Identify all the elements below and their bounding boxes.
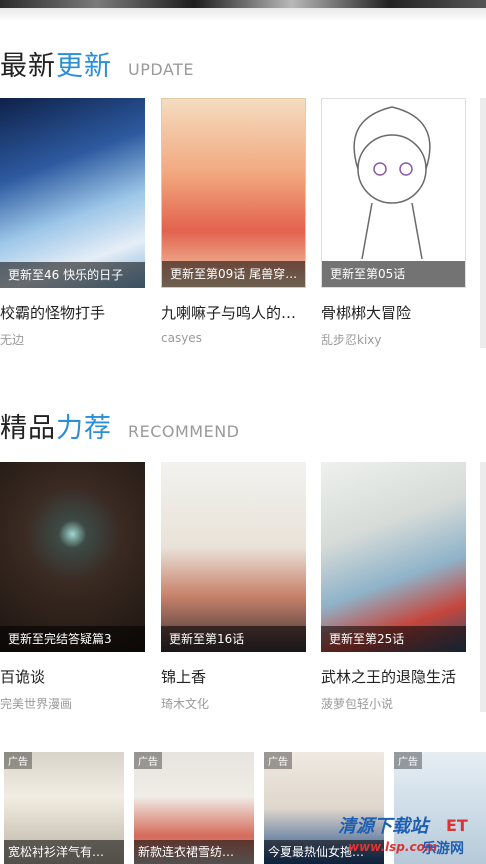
comic-card[interactable]: 更新至第05话 骨梆梆大冒险 乱步忍kixy	[321, 98, 466, 348]
comic-cover[interactable]: 更新至第25话	[321, 462, 466, 652]
comic-author: casyes	[161, 331, 202, 345]
comic-progress: 更新至第09话 尾兽穿…	[162, 261, 305, 287]
recommend-section-header: 精品力荐 RECOMMEND	[0, 406, 240, 446]
ad-caption: 新款连衣裙雪纺…	[134, 840, 254, 864]
comic-card-partial[interactable]	[480, 462, 486, 712]
comic-author: 菠萝包轻小说	[321, 697, 394, 711]
recommend-section-subtitle: RECOMMEND	[128, 422, 240, 441]
comic-title[interactable]: 校霸的怪物打手	[0, 302, 140, 323]
recommend-title-part1: 精品	[0, 413, 56, 444]
comic-title[interactable]: 武林之王的退隐生活	[321, 666, 461, 687]
comic-title[interactable]: 九喇嘛子与鸣人的…	[161, 302, 301, 323]
ad-caption: 宽松衬衫洋气有…	[4, 840, 124, 864]
top-divider	[0, 8, 486, 22]
ad-tag: 广告	[134, 752, 162, 769]
watermark-line2: ET	[446, 816, 468, 835]
ad-tag: 广告	[4, 752, 32, 769]
comic-card-partial[interactable]	[480, 98, 486, 348]
comic-progress: 更新至46 快乐的日子	[0, 262, 145, 288]
comic-author: 乱步忍kixy	[321, 333, 382, 347]
update-section-subtitle: UPDATE	[128, 60, 194, 79]
ad-card[interactable]: 广告 宽松衬衫洋气有…	[4, 752, 124, 864]
ad-tag: 广告	[394, 752, 422, 769]
comic-title[interactable]: 骨梆梆大冒险	[321, 302, 461, 323]
ad-card[interactable]: 广告 新款连衣裙雪纺…	[134, 752, 254, 864]
comic-title[interactable]: 百诡谈	[0, 666, 140, 687]
update-section-title: 最新更新	[0, 44, 112, 83]
comic-progress: 更新至第25话	[321, 626, 466, 652]
comic-cover[interactable]: 更新至46 快乐的日子	[0, 98, 145, 288]
comic-cover[interactable]: 更新至第16话	[161, 462, 306, 652]
update-title-part1: 最新	[0, 51, 56, 82]
comic-progress: 更新至第05话	[322, 261, 465, 287]
comic-cover[interactable]: 更新至第05话	[321, 98, 466, 288]
comic-author: 完美世界漫画	[0, 697, 73, 711]
comic-cover[interactable]: 更新至完结答疑篇3	[0, 462, 145, 652]
watermark-line1: 清源下载站	[338, 816, 428, 837]
comic-author: 琦木文化	[161, 697, 210, 711]
recommend-section-title: 精品力荐	[0, 406, 112, 445]
comic-card[interactable]: 更新至46 快乐的日子 校霸的怪物打手 无边	[0, 98, 145, 348]
comic-card[interactable]: 更新至第09话 尾兽穿… 九喇嘛子与鸣人的… casyes	[161, 98, 306, 345]
ad-tag: 广告	[264, 752, 292, 769]
comic-card[interactable]: 更新至第25话 武林之王的退隐生活 菠萝包轻小说	[321, 462, 466, 712]
recommend-title-part2: 力荐	[56, 413, 112, 444]
comic-progress: 更新至完结答疑篇3	[0, 626, 145, 652]
site-watermark: 清源下载站 ET www.lsp.com 乐游网	[330, 812, 486, 864]
comic-progress: 更新至第16话	[161, 626, 306, 652]
top-banner-image[interactable]	[0, 0, 486, 8]
watermark-line4: 乐游网	[422, 841, 464, 857]
update-section-header: 最新更新 UPDATE	[0, 44, 194, 84]
comic-card[interactable]: 更新至完结答疑篇3 百诡谈 完美世界漫画	[0, 462, 145, 712]
comic-author: 无边	[0, 333, 25, 347]
recommend-comic-row[interactable]: 更新至完结答疑篇3 百诡谈 完美世界漫画 更新至第16话 锦上香 琦木文化 更新…	[0, 462, 486, 722]
update-title-part2: 更新	[56, 51, 112, 82]
update-comic-row[interactable]: 更新至46 快乐的日子 校霸的怪物打手 无边 更新至第09话 尾兽穿… 九喇嘛子…	[0, 98, 486, 358]
comic-title[interactable]: 锦上香	[161, 666, 301, 687]
comic-cover[interactable]: 更新至第09话 尾兽穿…	[161, 98, 306, 288]
sketch-illustration	[353, 106, 431, 260]
comic-card[interactable]: 更新至第16话 锦上香 琦木文化	[161, 462, 306, 712]
